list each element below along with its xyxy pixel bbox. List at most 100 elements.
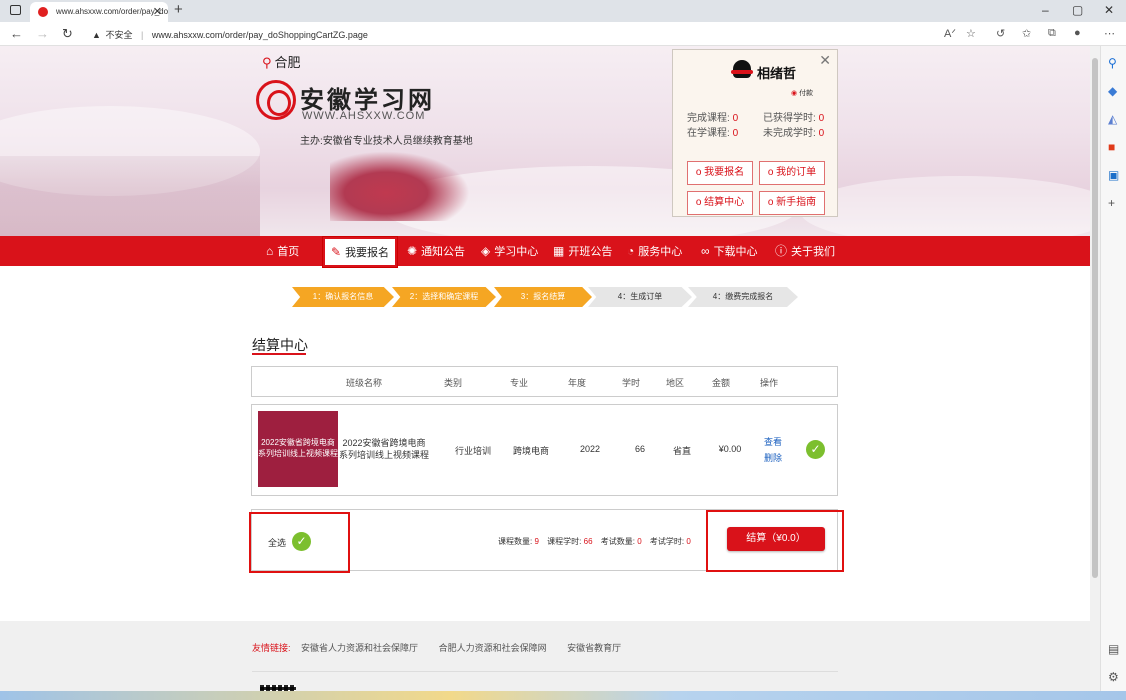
header-action: 操作 [760,378,779,388]
browser-tab-bar: www.ahsxxw.com/order/pay_do ✕ + – ▢ ✕ [0,0,1126,22]
maximize-button[interactable]: ▢ [1072,3,1083,17]
edge-sidebar: ⚲ ◆ ◭ ■ ▣ + ▤ ⚙ [1100,46,1126,700]
close-window-button[interactable]: ✕ [1104,3,1114,17]
footer-divider [252,671,838,672]
user-avatar-icon [731,60,753,78]
site-favicon-icon [38,7,48,17]
stat-remaining-hours: 未完成学时: 0 [763,128,825,139]
cell-major: 跨境电商 [512,446,549,456]
nav-about-us[interactable]: ⓘ 关于我们 [775,236,835,266]
header-class-name: 班级名称 [346,378,383,388]
url-separator: | [140,30,144,40]
edit-icon: ✎ [331,245,342,259]
pay-link[interactable]: ◉ 付款 [791,88,813,98]
desktop-taskbar [0,691,1126,700]
calendar-icon: ▦ [553,244,565,258]
course-hours: 66 [583,537,593,546]
friend-link-hrss-hefei[interactable]: 合肥人力资源和社会保障网 [439,643,547,653]
header-region: 地区 [666,378,685,388]
outlook-icon[interactable]: ▣ [1108,168,1119,182]
annotation-box-select-all [249,512,350,573]
nav-home[interactable]: ⌂ 首页 [266,236,299,266]
course-thumbnail[interactable]: 2022安徽省跨境电商系列培训线上视频课程 [258,411,338,487]
beginner-guide-button[interactable]: o 新手指南 [759,191,825,215]
refresh-icon[interactable]: ↻ [62,26,73,42]
nav-class-notices[interactable]: ▦ 开班公告 [553,236,612,266]
url-field[interactable]: ▲ 不安全 | www.ahsxxw.com/order/pay_doShopp… [92,28,368,41]
read-aloud-icon[interactable]: Aᐟ [944,27,956,40]
location[interactable]: ⚲ 合肥 [262,52,301,71]
header-major: 专业 [510,378,529,388]
exam-count: 0 [637,537,642,546]
graduation-cap-icon: ◈ [481,244,491,258]
minimize-button[interactable]: – [1042,3,1049,17]
page: ⚲ 合肥 安徽学习网 WWW.AHSXXW.COM 主办:安徽省专业技术人员继续教… [0,46,1090,700]
news-icon: ✺ [407,244,418,258]
more-icon[interactable]: ⋯ [1104,27,1115,40]
service-icon: ◔ [627,244,635,258]
shopping-icon[interactable]: ◆ [1108,84,1117,98]
tab-close-icon[interactable]: ✕ [153,5,162,18]
settlement-center-button[interactable]: o 结算中心 [687,191,753,215]
favorites-icon[interactable]: ✩ [1022,27,1031,40]
view-link[interactable]: 查看 [764,435,782,448]
cell-region: 省直 [672,446,691,456]
page-scrollbar[interactable] [1090,46,1100,700]
step-1: 1：确认报名信息 [292,287,394,307]
row-check-icon[interactable]: ✓ [806,440,825,459]
city-skyline-decoration [0,156,260,236]
nav-enroll[interactable]: ✎ 我要报名 [321,236,399,268]
browser-tab[interactable]: www.ahsxxw.com/order/pay_do ✕ [30,2,168,22]
enroll-button[interactable]: o 我要报名 [687,161,753,185]
user-panel-close-icon[interactable]: ✕ [819,52,831,69]
sidebar-toggle-icon[interactable]: ▤ [1108,642,1119,656]
search-icon[interactable]: ⚲ [1108,56,1117,70]
forward-icon[interactable]: → [36,26,49,41]
header-category: 类别 [444,378,463,388]
favorite-add-icon[interactable]: ☆ [966,27,976,40]
delete-link[interactable]: 删除 [764,451,782,464]
scrollbar-thumb[interactable] [1092,58,1098,578]
my-orders-button[interactable]: o 我的订单 [759,161,825,185]
friend-link-education[interactable]: 安徽省教育厅 [567,643,621,653]
new-tab-button[interactable]: + [174,1,183,18]
home-icon: ⌂ [266,244,274,258]
settings-icon[interactable]: ⚙ [1108,670,1119,684]
tab-title: www.ahsxxw.com/order/pay_do [56,7,168,16]
section-title: 结算中心 [252,337,308,353]
site-logo-icon[interactable] [256,80,296,120]
user-panel: ✕ 相绪哲 ◉ 付款 完成课程: 0 已获得学时: 0 在学课程: 0 未完成学… [672,49,838,217]
stat-earned-hours: 已获得学时: 0 [763,113,825,124]
office-icon[interactable]: ■ [1108,140,1115,154]
table-header: 班级名称 类别 专业 年度 学时 地区 金额 操作 [251,366,838,397]
nav-learning-center[interactable]: ◈ 学习中心 [481,236,538,266]
footer: 友情链接: 安徽省人力资源和社会保障厅 合肥人力资源和社会保障网 安徽省教育厅 [0,621,1090,700]
cell-hours: 66 [634,444,645,454]
profile-icon[interactable]: ● [1074,27,1081,39]
cell-category: 行业培训 [454,446,491,456]
nav-download-center[interactable]: ∞ 下载中心 [701,236,758,266]
exam-hours: 0 [686,537,691,546]
address-bar: ← → ↻ ▲ 不安全 | www.ahsxxw.com/order/pay_d… [0,22,1126,46]
back-icon[interactable]: ← [10,26,23,41]
nav-notices[interactable]: ✺ 通知公告 [407,236,465,266]
friend-link-hrss-province[interactable]: 安徽省人力资源和社会保障厅 [301,643,418,653]
user-name: 相绪哲 [757,66,797,81]
cell-amount: ¥0.00 [718,444,742,454]
step-3: 3：报名结算 [494,287,592,307]
cloud-decoration [800,176,1090,236]
step-4: 4：生成订单 [588,287,692,307]
refresh-alt-icon[interactable]: ↺ [996,27,1005,40]
cell-class-name: 2022安徽省跨境电商系列培训线上视频课程 [338,438,429,460]
exam-hours-label: 考试学时: [649,537,685,546]
nav-service-center[interactable]: ◔ 服务中心 [627,236,682,266]
tools-icon[interactable]: ◭ [1108,112,1117,126]
security-label: 不安全 [105,30,133,40]
cell-year: 2022 [579,444,601,454]
window-menu-icon[interactable] [10,5,21,15]
exam-count-label: 考试数量: [600,537,635,546]
collections-icon[interactable]: ⧉ [1048,27,1056,40]
url-text: www.ahsxxw.com/order/pay_doShoppingCartZ… [151,30,368,40]
add-icon[interactable]: + [1108,196,1115,210]
link-icon: ∞ [701,244,710,258]
